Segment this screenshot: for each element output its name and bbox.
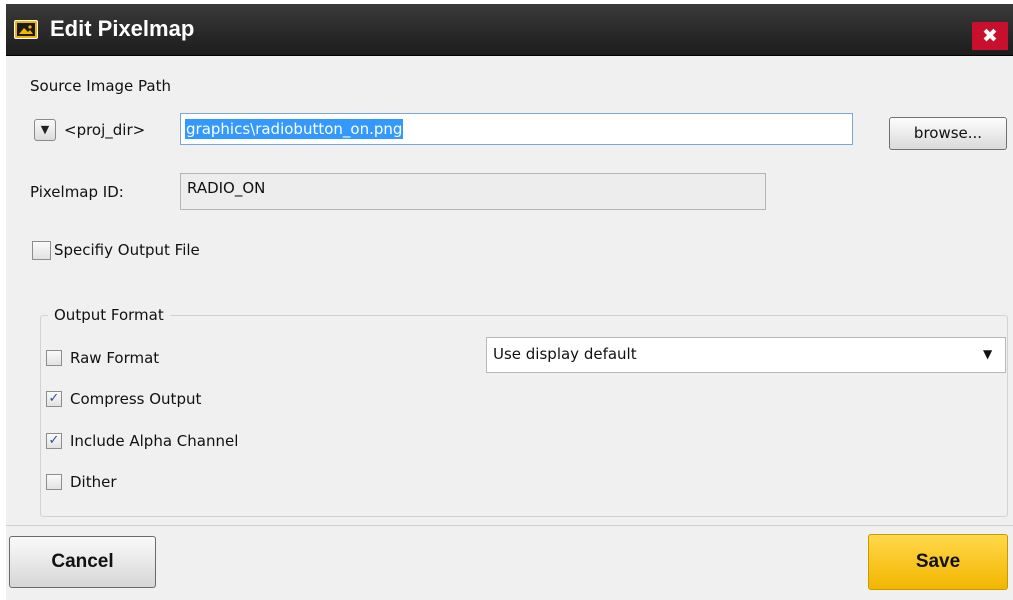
output-format-legend: Output Format <box>48 306 170 324</box>
source-path-input[interactable]: graphics\radiobutton_on.png <box>180 113 853 145</box>
include-alpha-channel-label: Include Alpha Channel <box>70 432 239 450</box>
title-bar: Edit Pixelmap ✖ <box>6 4 1013 56</box>
include-alpha-channel-checkbox[interactable]: ✓ <box>46 433 62 449</box>
palette-mode-select[interactable]: Use display default <box>486 337 1006 373</box>
chevron-down-icon[interactable]: ▼ <box>983 347 992 361</box>
specify-output-file-label: Specifiy Output File <box>54 241 200 259</box>
pixelmap-id-label: Pixelmap ID: <box>30 183 124 201</box>
dither-checkbox[interactable] <box>46 474 62 490</box>
raw-format-checkbox[interactable] <box>46 350 62 366</box>
pixelmap-id-field: RADIO_ON <box>180 173 766 210</box>
path-prefix-dropdown-button[interactable]: ▼ <box>34 119 56 141</box>
browse-button[interactable]: browse... <box>889 117 1007 150</box>
compress-output-checkbox[interactable]: ✓ <box>46 391 62 407</box>
path-prefix-label: <proj_dir> <box>64 121 146 139</box>
source-path-value: graphics\radiobutton_on.png <box>185 119 404 139</box>
footer-divider <box>6 525 1013 526</box>
save-button[interactable]: Save <box>868 534 1008 590</box>
dither-label: Dither <box>70 473 117 491</box>
palette-mode-value: Use display default <box>493 345 637 363</box>
image-icon <box>14 20 38 39</box>
pixelmap-id-value: RADIO_ON <box>187 179 266 197</box>
specify-output-file-checkbox[interactable] <box>32 241 51 260</box>
compress-output-label: Compress Output <box>70 390 202 408</box>
edit-pixelmap-dialog: Edit Pixelmap ✖ Source Image Path ▼ <pro… <box>6 4 1013 600</box>
dialog-title: Edit Pixelmap <box>50 16 195 41</box>
source-image-path-label: Source Image Path <box>30 77 171 95</box>
raw-format-label: Raw Format <box>70 349 160 367</box>
close-button[interactable]: ✖ <box>972 22 1008 50</box>
cancel-button[interactable]: Cancel <box>9 536 156 588</box>
